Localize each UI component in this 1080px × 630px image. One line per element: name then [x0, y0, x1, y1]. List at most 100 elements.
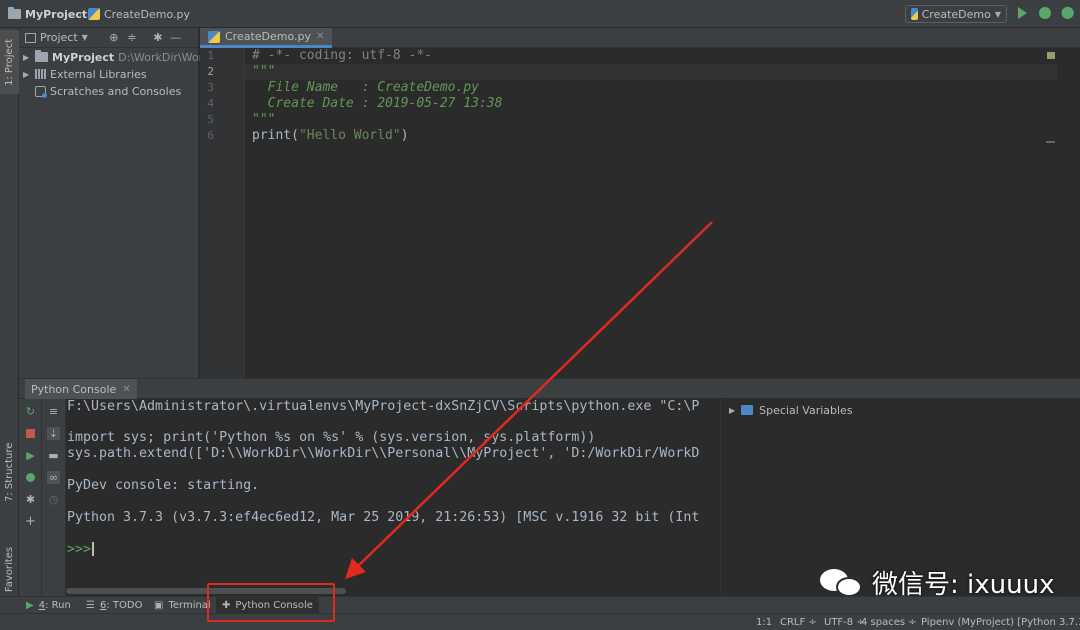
code-token-paren: ) — [400, 128, 409, 143]
scroll-marker — [1046, 141, 1055, 143]
chevron-right-icon: ▶ — [23, 69, 30, 79]
code-line-print: print("Hello World") — [252, 128, 409, 144]
console-tab-bar: Python Console ✕ — [19, 378, 1080, 399]
project-panel: Project ▼ ⊕ ≑ ✱ — ▶ MyProject D:\WorkDir… — [19, 28, 221, 378]
watermark-text: 微信号: ixuuux — [872, 569, 1055, 600]
tree-item-myproject[interactable]: ▶ MyProject D:\WorkDir\WorkDi — [23, 48, 221, 66]
gear-icon[interactable]: ✱ — [152, 31, 164, 44]
line-number: 5 — [207, 113, 214, 126]
breadcrumb-file-label: CreateDemo.py — [104, 7, 191, 21]
tree-item-label: External Libraries — [50, 67, 147, 81]
line-number: 6 — [207, 129, 214, 142]
project-icon — [25, 32, 36, 43]
line-number: 3 — [207, 81, 214, 94]
indent-setting[interactable]: 4 spaces ÷ — [861, 614, 917, 630]
text-cursor — [92, 542, 95, 556]
code-line: """ — [252, 64, 276, 79]
tree-item-external-libraries[interactable]: ▶ External Libraries — [23, 65, 147, 83]
annotation-highlight-box — [207, 583, 335, 622]
chevron-down-icon: ▼ — [81, 33, 88, 42]
code-line: File Name : CreateDemo.py — [252, 80, 479, 95]
tree-item-label: Scratches and Consoles — [50, 84, 182, 98]
run-button[interactable] — [1018, 7, 1027, 19]
collapse-icon[interactable]: ≑ — [126, 31, 138, 44]
breadcrumb-project[interactable]: MyProject — [8, 6, 87, 22]
line-number: 2 — [207, 65, 214, 78]
variables-icon — [741, 405, 754, 415]
console-tab-python[interactable]: Python Console ✕ — [25, 379, 137, 399]
debug-icon[interactable] — [24, 471, 37, 484]
tree-item-label: MyProject — [52, 50, 115, 64]
python-file-icon — [88, 8, 100, 20]
scratches-icon — [35, 85, 47, 98]
left-tool-strip: 1: Project 7: Structure 2: Favorites — [0, 28, 19, 605]
scroll-to-end-icon[interactable]: ⇣ — [47, 427, 60, 440]
breadcrumb-file[interactable]: CreateDemo.py — [88, 6, 190, 22]
tool-tab-todo[interactable]: ☰ 6: TODO — [80, 597, 148, 614]
add-icon[interactable]: + — [24, 514, 37, 529]
console-toolbar-primary: ↻ ▶ ✱ + — [19, 399, 42, 596]
wechat-icon — [820, 565, 864, 599]
run-configuration-select[interactable]: CreateDemo ▼ — [905, 5, 1007, 23]
editor-gutter: 1 2 3 4 5 6 — [200, 48, 245, 378]
tool-tab-label: Terminal — [168, 600, 211, 611]
python-file-icon — [911, 8, 918, 20]
locate-icon[interactable]: ⊕ — [108, 31, 120, 44]
caret-position[interactable]: 1:1 — [756, 614, 772, 630]
print-icon[interactable]: ▬ — [47, 449, 60, 462]
chevron-right-icon: ▶ — [729, 405, 736, 415]
hide-icon[interactable]: — — [170, 31, 182, 44]
run-icon: ▶ — [26, 600, 34, 611]
tool-tab-structure[interactable]: 7: Structure — [0, 432, 19, 512]
file-encoding[interactable]: UTF-8 ÷ — [824, 614, 865, 630]
code-line: """ — [252, 112, 276, 127]
console-line: Python 3.7.3 (v3.7.3:ef4ec6ed12, Mar 25 … — [67, 510, 700, 525]
show-variables-icon[interactable]: ∞ — [47, 471, 60, 484]
console-horizontal-scrollbar[interactable] — [66, 586, 720, 596]
python-file-icon — [208, 30, 220, 43]
caret-row-highlight — [245, 64, 1057, 80]
editor-tab-bar: CreateDemo.py ✕ — [200, 28, 1080, 48]
interpreter-setting[interactable]: Pipenv (MyProject) [Python 3.7.3] — [921, 614, 1080, 630]
run-configuration-label: CreateDemo — [921, 7, 991, 21]
console-line: import sys; print('Python %s on %s' % (s… — [67, 430, 596, 445]
tool-tab-run[interactable]: ▶ 4: Run — [20, 597, 77, 614]
close-icon[interactable]: ✕ — [316, 31, 324, 42]
code-editor[interactable]: # -*- coding: utf-8 -*- """ File Name : … — [245, 48, 1080, 378]
rerun-icon[interactable]: ↻ — [24, 405, 37, 418]
console-line: F:\Users\Administrator\.virtualenvs\MyPr… — [67, 399, 700, 414]
console-prompt: >>> — [67, 542, 92, 557]
special-variables-node[interactable]: ▶ Special Variables — [729, 401, 853, 419]
line-number: 4 — [207, 97, 214, 110]
tool-tab-label: : TODO — [106, 600, 143, 611]
tree-item-scratches[interactable]: Scratches and Consoles — [23, 82, 181, 100]
tool-tab-project[interactable]: 1: Project — [0, 30, 19, 94]
tool-tab-label: : Run — [45, 600, 71, 611]
debug-button[interactable] — [1039, 7, 1051, 19]
gear-icon[interactable]: ✱ — [24, 493, 37, 506]
console-prompt-line[interactable]: >>> — [67, 542, 95, 558]
project-view-label: Project — [40, 31, 78, 44]
soft-wrap-icon[interactable]: ≡ — [47, 405, 60, 418]
console-tab-label: Python Console — [31, 382, 117, 396]
stop-icon[interactable] — [24, 427, 37, 440]
chevron-right-icon: ▶ — [23, 52, 30, 62]
code-line: # -*- coding: utf-8 -*- — [252, 48, 433, 63]
project-view-select[interactable]: Project ▼ — [25, 31, 88, 44]
editor-tab-createdemo[interactable]: CreateDemo.py ✕ — [200, 28, 333, 48]
tool-window-bar: ▶ 4: Run ☰ 6: TODO ▣ Terminal ✚ Python C… — [0, 596, 1080, 614]
inspection-marker[interactable] — [1047, 52, 1055, 59]
code-token-string: "Hello World" — [298, 128, 401, 143]
console-toolbar-secondary: ≡ ⇣ ▬ ∞ ◷ — [42, 399, 66, 596]
run-icon[interactable]: ▶ — [24, 449, 37, 462]
project-panel-header: Project ▼ ⊕ ≑ ✱ — — [19, 28, 198, 48]
history-icon[interactable]: ◷ — [47, 493, 60, 506]
chevron-down-icon: ▼ — [994, 9, 1001, 19]
line-separator[interactable]: CRLF ÷ — [780, 614, 817, 630]
navigation-bar: MyProject › CreateDemo.py CreateDemo ▼ ⬤ — [0, 0, 1080, 28]
close-icon[interactable]: ✕ — [122, 384, 130, 395]
breadcrumb-separator: › — [78, 7, 83, 21]
console-output[interactable]: F:\Users\Administrator\.virtualenvs\MyPr… — [66, 399, 720, 586]
coverage-icon[interactable]: ⬤ — [1061, 5, 1077, 21]
terminal-icon: ▣ — [154, 600, 164, 611]
